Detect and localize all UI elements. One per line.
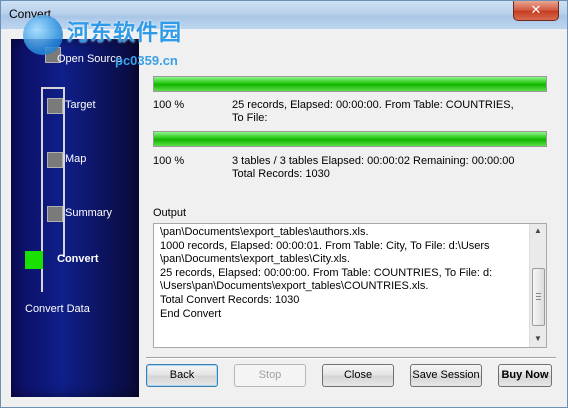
table-progress-target: To File: [232,112,268,124]
step-marker-target [47,98,63,114]
scroll-thumb[interactable] [532,268,545,326]
total-progress-status: 3 tables / 3 tables Elapsed: 00:00:02 Re… [232,155,515,167]
log-line: End Convert [160,307,222,320]
window-title: Convert [9,7,52,21]
step-label-map: Map [65,153,87,165]
scroll-grip [536,299,541,300]
close-button[interactable]: Close [322,364,394,387]
total-progress-fill [154,132,546,146]
log-line: 25 records, Elapsed: 00:00:00. From Tabl… [160,266,493,279]
scroll-down-arrow-icon[interactable]: ▼ [534,334,542,343]
step-marker-convert-active [25,251,43,269]
stop-button[interactable]: Stop [234,364,306,387]
output-log[interactable]: \pan\Documents\export_tables\authors.xls… [153,223,547,348]
output-label: Output [153,207,187,219]
scroll-grip [536,296,541,297]
total-progress-bar [153,131,547,147]
log-line: \pan\Documents\export_tables\City.xls. [160,253,350,266]
buy-now-button[interactable]: Buy Now [498,364,552,387]
total-progress-percent: 100 % [153,155,185,167]
step-label-open-source: Open Source [57,53,122,65]
main-panel: 100 % 25 records, Elapsed: 00:00:00. Fro… [146,39,556,357]
close-window-button[interactable]: ✕ [513,1,559,21]
title-bar[interactable]: Convert ✕ [1,1,567,29]
output-scrollbar[interactable]: ▲ ▼ [529,224,546,347]
step-connector [41,87,63,89]
log-line: \pan\Documents\export_tables\authors.xls… [160,226,369,238]
table-progress-fill [154,77,546,91]
table-progress-bar [153,76,547,92]
output-log-lines: \pan\Documents\export_tables\authors.xls… [160,226,528,321]
step-marker-summary [47,206,63,222]
step-label-summary: Summary [65,207,113,219]
scroll-grip [536,293,541,294]
convert-window: Convert ✕ Open Source Target Map Summary… [0,0,568,408]
step-label-target: Target [65,99,96,111]
log-line: \Users\pan\Documents\export_tables\COUNT… [160,280,429,293]
step-connector [63,87,65,257]
log-line: Total Convert Records: 1030 [160,293,300,306]
sidebar-footer-text: Convert Data [25,303,90,315]
total-records: Total Records: 1030 [232,168,330,180]
back-button[interactable]: Back [146,364,218,387]
step-label-convert: Convert [57,253,99,265]
wizard-steps-panel: Open Source Target Map Summary Convert C… [11,39,139,397]
step-marker-map [47,152,63,168]
save-session-button[interactable]: Save Session [410,364,482,387]
footer-divider [146,357,556,358]
table-progress-percent: 100 % [153,99,185,111]
scroll-up-arrow-icon[interactable]: ▲ [534,226,542,235]
log-line: 1000 records, Elapsed: 00:00:01. From Ta… [160,239,490,252]
table-progress-status: 25 records, Elapsed: 00:00:00. From Tabl… [232,99,514,111]
